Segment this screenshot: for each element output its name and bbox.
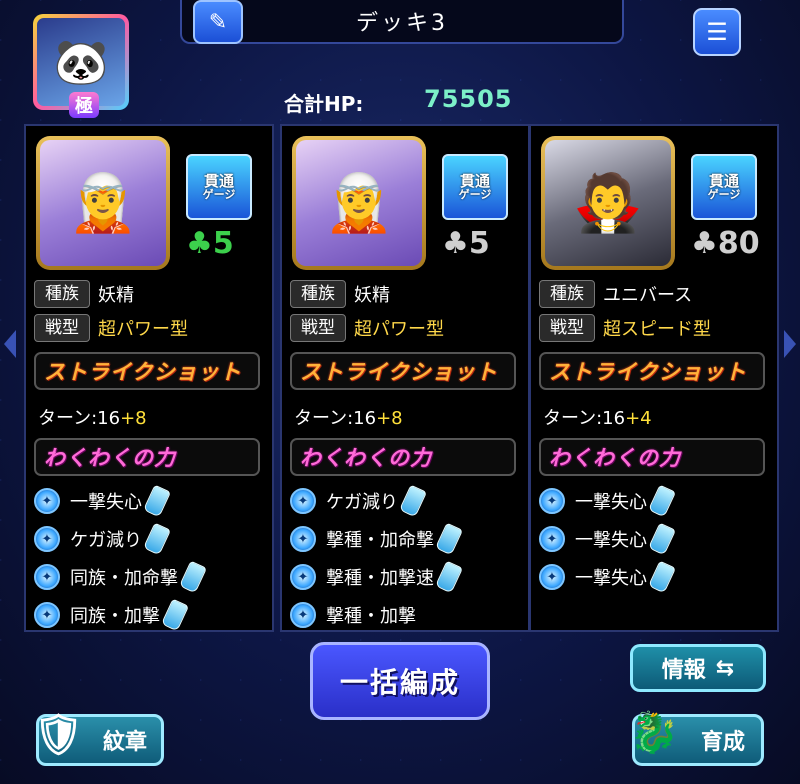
luck-value: ♣5 <box>186 226 234 261</box>
edit-deck-name-button[interactable]: ✎ <box>193 0 243 44</box>
pierce-gauge-badge: 貫通 ゲージ <box>442 154 508 220</box>
dark-character-icon: 🧛 <box>545 140 671 266</box>
bulk-formation-button[interactable]: 一括編成 <box>310 642 490 720</box>
waku-skill: ✦ 同族・加撃 <box>34 598 190 630</box>
waku-skill: ✦ 一撃失心 <box>539 560 677 594</box>
potion-icon <box>434 522 464 556</box>
waku-badge-icon: ✦ <box>290 526 316 552</box>
dragon-icon: 🐉 <box>629 710 679 756</box>
deck-panels: 🧝 貫通 ゲージ ♣5 種族 妖精 戦型 超パワー型 ストライクショット ターン:16… <box>24 124 779 636</box>
waku-skill: ✦ ケガ減り <box>34 522 172 556</box>
type-row: 戦型 超パワー型 <box>290 314 444 342</box>
waku-skill: ✦ 一撃失心 <box>539 522 677 556</box>
turn-count: ターン:16+8 <box>38 408 147 429</box>
potion-icon <box>398 484 428 518</box>
fairy-character-icon: 🧝 <box>296 140 422 266</box>
list-icon: ☰ <box>706 18 728 46</box>
prev-arrow[interactable] <box>4 330 16 358</box>
turn-count: ターン:16+8 <box>294 408 403 429</box>
potion-icon <box>647 522 677 556</box>
swap-arrows-icon: ⇆ <box>715 655 735 681</box>
potion-icon <box>434 560 464 594</box>
waku-skill: ✦ 同族・加命撃 <box>34 560 208 594</box>
tribe-row: 種族 妖精 <box>34 280 134 308</box>
potion-icon <box>178 560 208 594</box>
leader-avatar[interactable]: 🐼 極 <box>33 14 129 118</box>
waku-badge-icon: ✦ <box>290 564 316 590</box>
monster-card-1[interactable]: 🧝 貫通 ゲージ ♣5 種族 妖精 戦型 超パワー型 ストライクショット ターン:16… <box>24 124 274 632</box>
monster-portrait[interactable]: 🧝 <box>36 136 170 270</box>
strike-shot-label[interactable]: ストライクショット <box>34 352 260 390</box>
waku-badge-icon: ✦ <box>34 488 60 514</box>
waku-power-label[interactable]: わくわくの力 <box>290 438 516 476</box>
total-hp-label: 合計HP: <box>284 92 364 116</box>
waku-skill: ✦ 撃種・加撃 <box>290 600 416 630</box>
waku-power-label[interactable]: わくわくの力 <box>539 438 765 476</box>
waku-skill: ✦ 一撃失心 <box>34 484 172 518</box>
strike-shot-label[interactable]: ストライクショット <box>539 352 765 390</box>
type-row: 戦型 超スピード型 <box>539 314 711 342</box>
pencil-icon: ✎ <box>208 9 228 35</box>
potion-icon <box>647 484 677 518</box>
turn-count: ターン:16+4 <box>543 408 652 429</box>
rank-badge: 極 <box>69 92 99 118</box>
luck-value: ♣5 <box>442 226 490 261</box>
waku-badge-icon: ✦ <box>290 602 316 628</box>
tribe-row: 種族 ユニバース <box>539 280 692 308</box>
waku-skill: ✦ ケガ減り <box>290 484 428 518</box>
waku-badge-icon: ✦ <box>34 602 60 628</box>
monster-portrait[interactable]: 🧝 <box>292 136 426 270</box>
potion-icon <box>160 598 190 630</box>
pierce-gauge-badge: 貫通 ゲージ <box>691 154 757 220</box>
tribe-row: 種族 妖精 <box>290 280 390 308</box>
monster-card-3[interactable]: 🧛 貫通 ゲージ ♣80 種族 ユニバース 戦型 超スピード型 ストライクショット タ… <box>529 124 779 632</box>
emblem-button[interactable]: 🛡 紋章 <box>33 712 164 766</box>
emblem-icon: 🛡 <box>33 712 84 758</box>
waku-badge-icon: ✦ <box>290 488 316 514</box>
fairy-character-icon: 🧝 <box>40 140 166 266</box>
strike-shot-label[interactable]: ストライクショット <box>290 352 516 390</box>
potion-icon <box>647 560 677 594</box>
waku-badge-icon: ✦ <box>539 526 565 552</box>
potion-icon <box>142 522 172 556</box>
monster-card-2[interactable]: 🧝 貫通 ゲージ ♣5 種族 妖精 戦型 超パワー型 ストライクショット ターン:16… <box>280 124 530 632</box>
pierce-gauge-badge: 貫通 ゲージ <box>186 154 252 220</box>
total-hp-value: 75505 <box>424 85 513 113</box>
next-arrow[interactable] <box>784 330 796 358</box>
waku-power-label[interactable]: わくわくの力 <box>34 438 260 476</box>
waku-badge-icon: ✦ <box>539 564 565 590</box>
info-button[interactable]: 情報 ⇆ <box>630 644 766 692</box>
waku-badge-icon: ✦ <box>539 488 565 514</box>
deck-list-button[interactable]: ☰ <box>693 8 741 56</box>
waku-skill: ✦ 一撃失心 <box>539 484 677 518</box>
type-row: 戦型 超パワー型 <box>34 314 188 342</box>
waku-skill: ✦ 撃種・加命撃 <box>290 522 464 556</box>
waku-badge-icon: ✦ <box>34 564 60 590</box>
potion-icon <box>142 484 172 518</box>
train-button[interactable]: 🐉 育成 <box>629 710 764 766</box>
deck-title: デッキ3 <box>180 0 624 44</box>
waku-badge-icon: ✦ <box>34 526 60 552</box>
monster-portrait[interactable]: 🧛 <box>541 136 675 270</box>
luck-value: ♣80 <box>691 226 760 261</box>
waku-skill: ✦ 撃種・加撃速 <box>290 560 464 594</box>
